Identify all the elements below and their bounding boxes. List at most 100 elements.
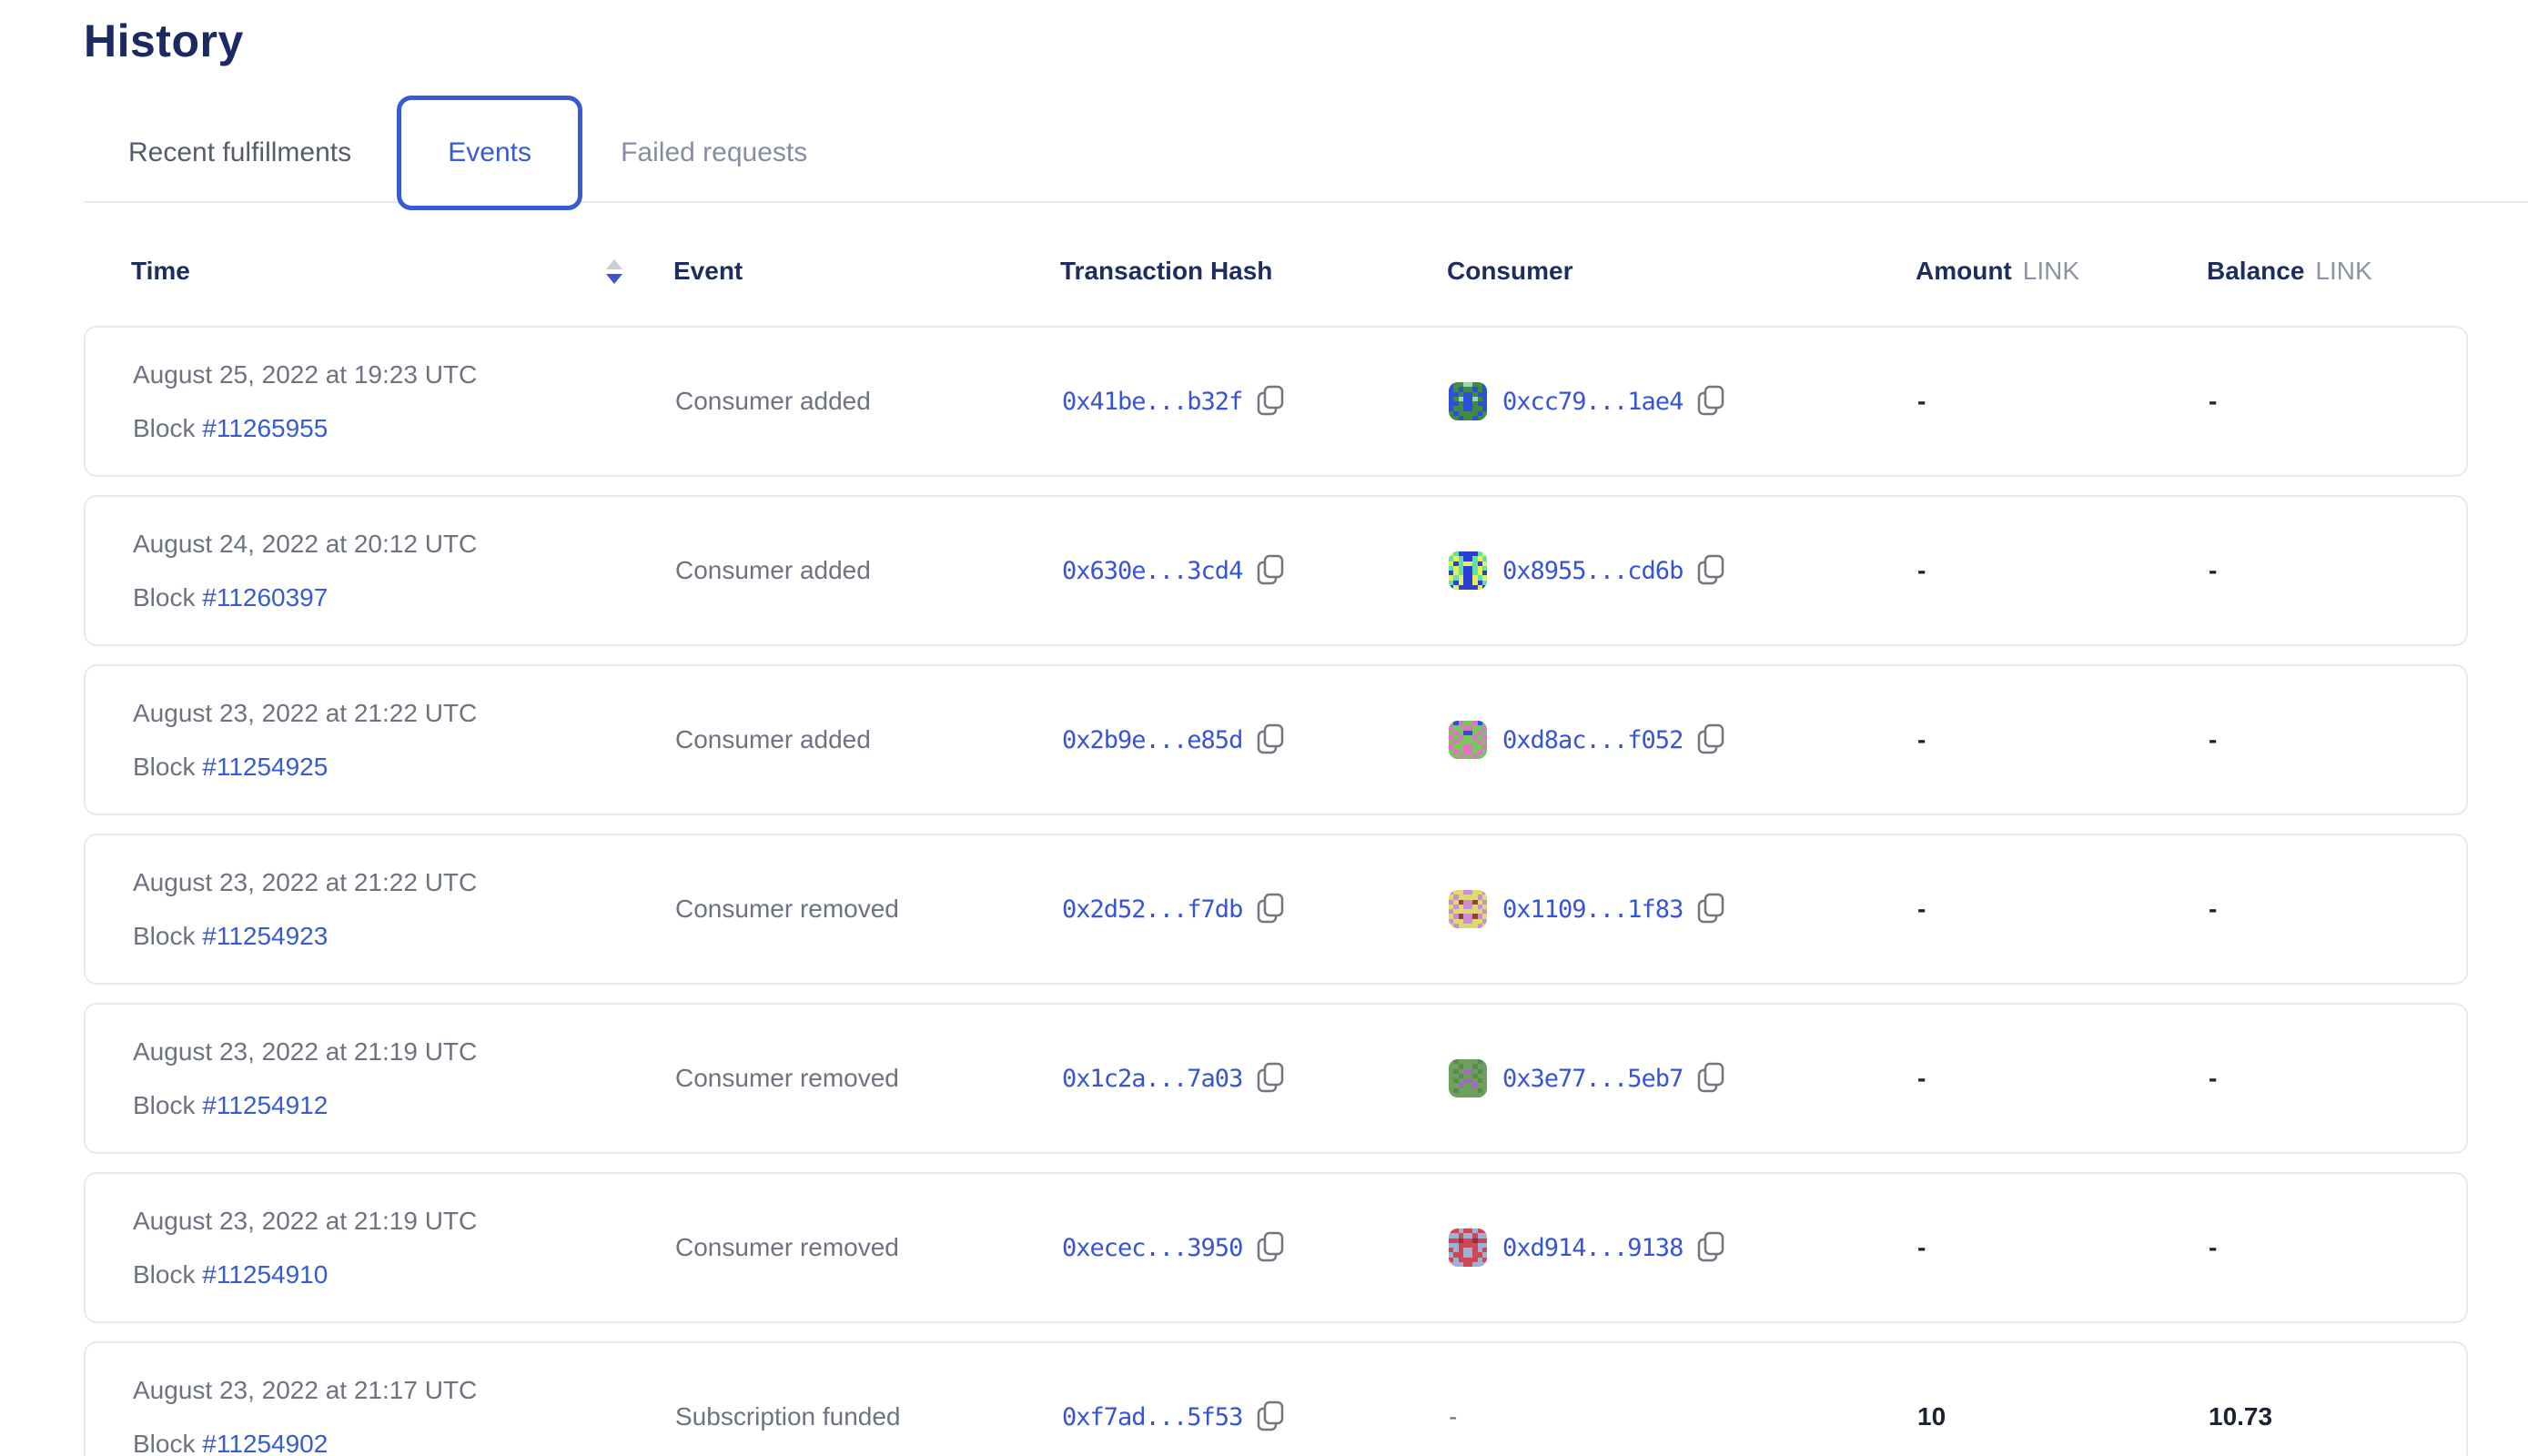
tab-recent-fulfillments[interactable]: Recent fulfillments — [84, 137, 351, 168]
copy-consumer-address-button[interactable] — [1697, 723, 1725, 757]
block-number-link[interactable]: #11260397 — [202, 583, 328, 612]
tab-events[interactable]: Events — [448, 137, 531, 168]
table-row: August 23, 2022 at 21:17 UTC Block #11254… — [84, 1341, 2468, 1456]
copy-icon — [1697, 1231, 1725, 1265]
transaction-hash-link[interactable]: 0x2d52...f7db — [1062, 895, 1242, 924]
consumer-address-link[interactable]: 0x8955...cd6b — [1502, 557, 1683, 585]
column-header-time[interactable]: Time — [131, 257, 673, 286]
copy-icon — [1697, 385, 1725, 419]
block-number-link[interactable]: #11254912 — [202, 1091, 328, 1119]
amount-value: - — [1917, 1064, 2209, 1093]
consumer-cell: 0x1109...1f83 — [1449, 890, 1917, 928]
event-timestamp: August 23, 2022 at 21:22 UTC — [133, 868, 675, 897]
amount-value: - — [1917, 387, 2209, 416]
consumer-identicon — [1449, 551, 1487, 590]
transaction-hash-cell: 0x2d52...f7db — [1062, 893, 1449, 926]
balance-value: - — [2209, 556, 2466, 585]
block-label: Block — [133, 1430, 202, 1456]
copy-icon — [1257, 1231, 1285, 1265]
copy-transaction-hash-button[interactable] — [1257, 1400, 1285, 1434]
transaction-hash-cell: 0x630e...3cd4 — [1062, 554, 1449, 588]
consumer-address-link[interactable]: 0xcc79...1ae4 — [1502, 388, 1683, 416]
consumer-empty-value: - — [1449, 1402, 1457, 1431]
column-header-transaction-hash: Transaction Hash — [1060, 257, 1447, 286]
copy-transaction-hash-button[interactable] — [1257, 1231, 1285, 1265]
sort-control[interactable] — [606, 259, 622, 284]
tab-events-active-outline[interactable]: Events — [397, 96, 582, 210]
column-header-consumer: Consumer — [1447, 257, 1916, 286]
copy-transaction-hash-button[interactable] — [1257, 893, 1285, 926]
table-header-row: Time Event Transaction Hash Consumer Amo… — [84, 238, 2468, 304]
copy-consumer-address-button[interactable] — [1697, 554, 1725, 588]
consumer-address-link[interactable]: 0x3e77...5eb7 — [1502, 1065, 1683, 1093]
block-number-link[interactable]: #11265955 — [202, 414, 328, 442]
sort-desc-icon — [606, 274, 622, 284]
balance-value: - — [2209, 1064, 2466, 1093]
block-label: Block — [133, 1091, 202, 1119]
copy-transaction-hash-button[interactable] — [1257, 723, 1285, 757]
copy-icon — [1257, 1400, 1285, 1434]
event-type: Consumer added — [675, 387, 1062, 416]
balance-value: - — [2209, 387, 2466, 416]
balance-value: - — [2209, 895, 2466, 924]
transaction-hash-cell: 0x41be...b32f — [1062, 385, 1449, 419]
block-number-link[interactable]: #11254923 — [202, 922, 328, 950]
consumer-address-link[interactable]: 0x1109...1f83 — [1502, 895, 1683, 924]
event-type: Consumer removed — [675, 1233, 1062, 1262]
amount-value: 10 — [1917, 1402, 2209, 1431]
time-cell: August 23, 2022 at 21:19 UTCBlock #11254… — [133, 1207, 675, 1289]
amount-value: - — [1917, 1233, 2209, 1262]
block-label: Block — [133, 583, 202, 612]
consumer-identicon — [1449, 1059, 1487, 1097]
transaction-hash-cell: 0x2b9e...e85d — [1062, 723, 1449, 757]
transaction-hash-link[interactable]: 0x1c2a...7a03 — [1062, 1065, 1242, 1093]
transaction-hash-link[interactable]: 0x2b9e...e85d — [1062, 726, 1242, 754]
time-cell: August 24, 2022 at 20:12 UTCBlock #11260… — [133, 530, 675, 612]
copy-transaction-hash-button[interactable] — [1257, 1062, 1285, 1096]
table-body: August 25, 2022 at 19:23 UTCBlock #11265… — [84, 326, 2528, 1456]
amount-value: - — [1917, 895, 2209, 924]
copy-transaction-hash-button[interactable] — [1257, 385, 1285, 419]
copy-consumer-address-button[interactable] — [1697, 1062, 1725, 1096]
amount-value: - — [1917, 725, 2209, 754]
page-title: History — [84, 15, 2528, 67]
block-line: Block #11254912 — [133, 1091, 675, 1120]
table-row: August 23, 2022 at 21:19 UTCBlock #11254… — [84, 1003, 2468, 1154]
copy-icon — [1257, 1062, 1285, 1096]
time-cell: August 23, 2022 at 21:17 UTC Block #11254… — [133, 1376, 675, 1456]
copy-consumer-address-button[interactable] — [1697, 385, 1725, 419]
consumer-identicon — [1449, 382, 1487, 420]
table-row: August 23, 2022 at 21:22 UTCBlock #11254… — [84, 664, 2468, 815]
consumer-identicon — [1449, 721, 1487, 759]
consumer-identicon — [1449, 890, 1487, 928]
tab-bar: Recent fulfillments Events Failed reques… — [84, 96, 2528, 210]
tab-failed-requests[interactable]: Failed requests — [621, 137, 807, 168]
time-cell: August 23, 2022 at 21:22 UTCBlock #11254… — [133, 868, 675, 951]
table-row: August 24, 2022 at 20:12 UTCBlock #11260… — [84, 495, 2468, 646]
copy-icon — [1257, 893, 1285, 926]
transaction-hash-link[interactable]: 0xecec...3950 — [1062, 1234, 1242, 1262]
consumer-cell: 0xcc79...1ae4 — [1449, 382, 1917, 420]
block-number-link[interactable]: #11254902 — [202, 1430, 328, 1456]
consumer-cell: 0x8955...cd6b — [1449, 551, 1917, 590]
copy-transaction-hash-button[interactable] — [1257, 554, 1285, 588]
column-header-balance: BalanceLINK — [2207, 257, 2468, 286]
consumer-cell: 0x3e77...5eb7 — [1449, 1059, 1917, 1097]
copy-consumer-address-button[interactable] — [1697, 893, 1725, 926]
balance-value: - — [2209, 1233, 2466, 1262]
block-number-link[interactable]: #11254925 — [202, 753, 328, 781]
transaction-hash-link[interactable]: 0xf7ad...5f53 — [1062, 1403, 1242, 1431]
block-number-link[interactable]: #11254910 — [202, 1260, 328, 1289]
copy-icon — [1257, 554, 1285, 588]
transaction-hash-cell: 0x1c2a...7a03 — [1062, 1062, 1449, 1096]
consumer-address-link[interactable]: 0xd914...9138 — [1502, 1234, 1683, 1262]
time-cell: August 23, 2022 at 21:22 UTCBlock #11254… — [133, 699, 675, 782]
event-timestamp: August 23, 2022 at 21:17 UTC — [133, 1376, 675, 1405]
transaction-hash-link[interactable]: 0x630e...3cd4 — [1062, 557, 1242, 585]
transaction-hash-link[interactable]: 0x41be...b32f — [1062, 388, 1242, 416]
consumer-address-link[interactable]: 0xd8ac...f052 — [1502, 726, 1683, 754]
balance-value: - — [2209, 725, 2466, 754]
table-row: August 23, 2022 at 21:19 UTCBlock #11254… — [84, 1172, 2468, 1323]
copy-consumer-address-button[interactable] — [1697, 1231, 1725, 1265]
event-type: Consumer added — [675, 556, 1062, 585]
